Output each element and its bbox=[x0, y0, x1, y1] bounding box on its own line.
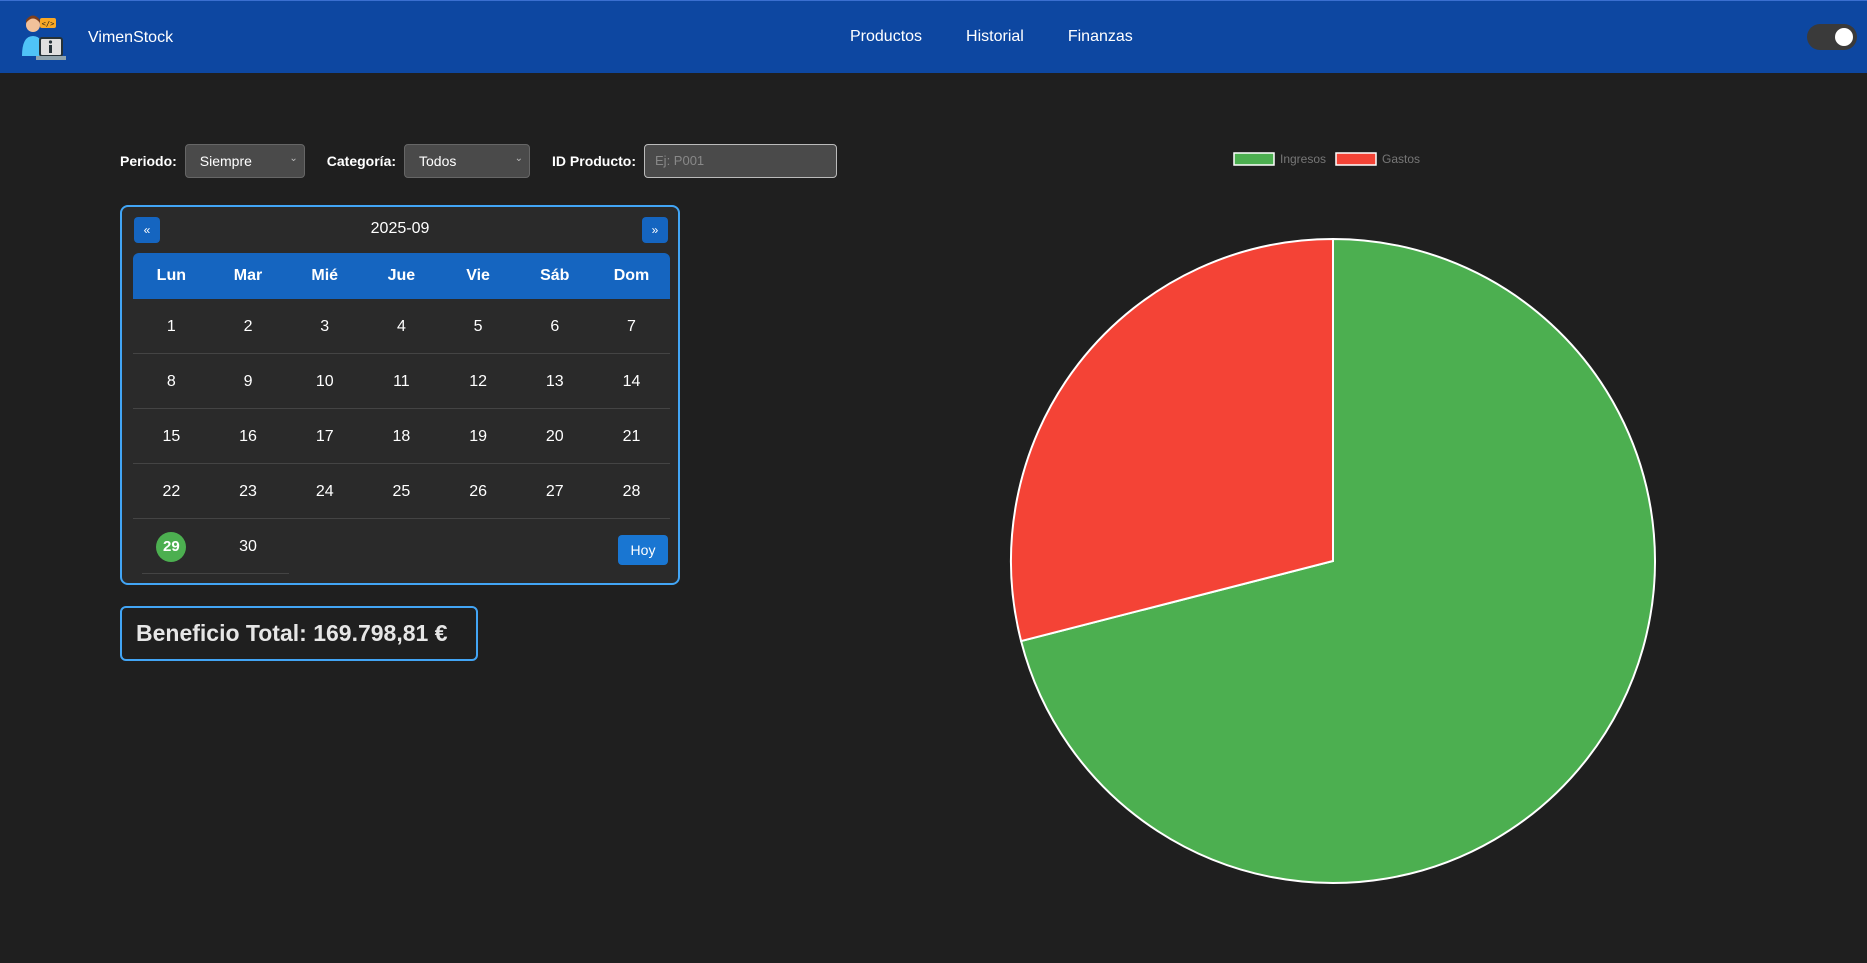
calendar-day[interactable]: 22 bbox=[133, 464, 210, 518]
svg-text:</>: </> bbox=[42, 20, 55, 28]
calendar-day[interactable]: 3 bbox=[286, 299, 363, 353]
calendar-day[interactable]: 19 bbox=[440, 409, 517, 463]
calendar-day[interactable]: 13 bbox=[516, 354, 593, 408]
calendar-week-row: 8 9 10 11 12 13 14 bbox=[133, 354, 670, 409]
calendar-day[interactable]: 17 bbox=[286, 409, 363, 463]
chevron-down-icon: ⌄ bbox=[289, 153, 298, 164]
weekday-jue: Jue bbox=[387, 267, 416, 284]
calendar-day[interactable]: 2 bbox=[210, 299, 287, 353]
chevron-down-icon: ⌄ bbox=[514, 153, 524, 164]
categoria-value: Todos bbox=[419, 153, 457, 169]
calendar-week-row: 1234567 bbox=[133, 299, 670, 354]
calendar-empty-cell bbox=[516, 519, 593, 574]
calendar-day[interactable]: 6 bbox=[516, 299, 593, 353]
weekday-sab: Sáb bbox=[540, 267, 570, 284]
nav-links: Productos Historial Finanzas bbox=[850, 28, 1177, 46]
categoria-select[interactable]: Todos ⌄ bbox=[404, 144, 531, 178]
weekday-vie: Vie bbox=[466, 267, 490, 284]
brand[interactable]: </> VimenStock bbox=[18, 12, 173, 64]
calendar-week-row: 22 23 24 25 26 27 28 bbox=[133, 464, 670, 519]
calendar-day[interactable]: 30 bbox=[210, 519, 287, 574]
legend-label-gastos: Gastos bbox=[1382, 152, 1420, 166]
calendar-day[interactable]: 18 bbox=[363, 409, 440, 463]
nav-link-finanzas[interactable]: Finanzas bbox=[1068, 28, 1133, 46]
pie-chart-svg: Ingresos Gastos bbox=[1010, 152, 1656, 884]
periodo-select[interactable]: Siempre ⌄ bbox=[184, 144, 305, 178]
calendar-next-button[interactable]: » bbox=[642, 217, 668, 243]
calendar-day[interactable]: 23 bbox=[210, 464, 287, 518]
calendar-week-row: 29 30 bbox=[133, 519, 670, 574]
calendar-grid: 1 2 3 4 5 6 7 8 9 10 11 12 13 14 15 16 17 18 19 20 21 22 23 24 2… bbox=[133, 299, 670, 574]
brand-name: VimenStock bbox=[88, 29, 174, 46]
calendar-day[interactable]: 27 bbox=[516, 464, 593, 518]
calendar-day[interactable]: 20 bbox=[516, 409, 593, 463]
calendar-empty-cell bbox=[440, 519, 517, 574]
calendar: « 2025-09 » Lun Mar Mié Jue Vie Sáb Dom … bbox=[120, 205, 680, 585]
calendar-day[interactable]: 21 bbox=[593, 409, 670, 463]
calendar-day[interactable]: 10 bbox=[286, 354, 363, 408]
calendar-empty-cell bbox=[363, 519, 440, 574]
chart-legend: Ingresos Gastos bbox=[1233, 152, 1420, 166]
calendar-day[interactable]: 15 bbox=[133, 409, 210, 463]
id-producto-label: ID Producto: bbox=[552, 153, 637, 169]
navbar: </> VimenStock Productos Historial Finan… bbox=[0, 0, 1867, 73]
calendar-day[interactable]: 4 bbox=[363, 299, 440, 353]
periodo-label: Periodo: bbox=[120, 153, 177, 169]
beneficio-total: Beneficio Total: 169.798,81 € bbox=[120, 606, 478, 661]
today-button[interactable]: Hoy bbox=[618, 535, 668, 565]
calendar-weekday-header: Lun Mar Mié Jue Vie Sáb Dom bbox=[133, 253, 670, 299]
calendar-day[interactable]: 16 bbox=[210, 409, 287, 463]
toggle-knob bbox=[1835, 28, 1853, 46]
pie-chart: Ingresos Gastos bbox=[930, 140, 1730, 963]
calendar-day[interactable]: 11 bbox=[363, 354, 440, 408]
id-producto-input[interactable]: Ej: P001 bbox=[644, 144, 838, 178]
calendar-week-row: 15 16 17 18 19 20 21 bbox=[133, 409, 670, 464]
calendar-day[interactable]: 7 bbox=[593, 299, 670, 353]
nav-link-historial[interactable]: Historial bbox=[966, 28, 1024, 46]
today-marker: 29 bbox=[156, 532, 187, 562]
legend-swatch-gastos[interactable] bbox=[1335, 152, 1377, 166]
calendar-day[interactable]: 26 bbox=[440, 464, 517, 518]
calendar-row-divider bbox=[142, 573, 289, 574]
legend-swatch-ingresos[interactable] bbox=[1233, 152, 1275, 166]
calendar-day[interactable]: 12 bbox=[440, 354, 517, 408]
calendar-day[interactable]: 14 bbox=[593, 354, 670, 408]
calendar-day[interactable]: 24 bbox=[286, 464, 363, 518]
weekday-lun: Lun bbox=[156, 267, 186, 284]
weekday-mie: Mié bbox=[311, 267, 339, 284]
theme-toggle[interactable] bbox=[1807, 24, 1857, 50]
calendar-day[interactable]: 5 bbox=[440, 299, 517, 353]
calendar-day[interactable]: 8 bbox=[133, 354, 210, 408]
developer-avatar-icon: </> bbox=[22, 15, 66, 60]
calendar-day[interactable]: 25 bbox=[363, 464, 440, 518]
categoria-label: Categoría: bbox=[326, 153, 397, 169]
nav-link-productos[interactable]: Productos bbox=[850, 28, 922, 46]
calendar-month-title: 2025-09 bbox=[370, 220, 430, 237]
filters-bar: Periodo: Siempre ⌄ Categoría: Todos ⌄ ID… bbox=[120, 144, 838, 178]
calendar-day[interactable]: 29 bbox=[133, 519, 210, 574]
weekday-mar: Mar bbox=[233, 267, 263, 284]
calendar-empty-cell bbox=[286, 519, 363, 574]
weekday-dom: Dom bbox=[613, 267, 650, 284]
calendar-day[interactable]: 28 bbox=[593, 464, 670, 518]
periodo-value: Siempre bbox=[199, 153, 252, 169]
calendar-day[interactable]: 9 bbox=[210, 354, 287, 408]
legend-label-ingresos: Ingresos bbox=[1280, 152, 1326, 166]
calendar-day[interactable]: 1 bbox=[133, 299, 210, 353]
